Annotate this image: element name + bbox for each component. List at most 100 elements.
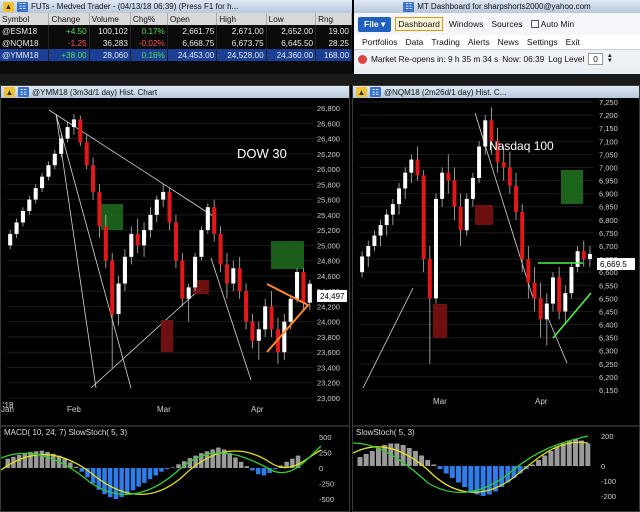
log-level-stepper[interactable]: 0 (588, 53, 603, 65)
candle-body (180, 260, 185, 299)
dashboard-title: MT Dashboard for sharpshorts2000@yahoo.c… (417, 2, 591, 11)
last-price-label: 6,669.5 (600, 260, 627, 269)
pin-icon[interactable]: ▲ (4, 87, 15, 97)
histogram-bar (153, 468, 158, 476)
histogram-bar (566, 440, 572, 466)
candle-body (507, 167, 512, 186)
candle-body (440, 172, 445, 199)
col-open[interactable]: Open (167, 13, 218, 25)
candle-body (199, 230, 204, 257)
dow-chart-titlebar[interactable]: ▲ ☷ @YMM18 (3m3d/1 day) Hist. Chart (1, 86, 349, 98)
y-tick-label: 7,000 (599, 163, 618, 172)
candle-body (78, 119, 83, 143)
y-tick-label: 24,800 (317, 257, 340, 266)
col-rng[interactable]: Rng (315, 13, 352, 25)
tab-sources[interactable]: Sources (489, 18, 524, 30)
histogram-bar (125, 468, 130, 495)
chart-menu-icon[interactable]: ☷ (18, 87, 29, 97)
menu-settings[interactable]: Settings (527, 37, 558, 47)
dashboard-titlebar[interactable]: ☷ MT Dashboard for sharpshorts2000@yahoo… (354, 0, 640, 13)
y-tick-label: 26,400 (317, 135, 340, 144)
candle-body (557, 277, 562, 312)
y-tick-label: 26,800 (317, 104, 340, 113)
file-menu-button[interactable]: File ▾ (358, 16, 392, 32)
x-tick-label: Apr (535, 397, 548, 406)
menu-alerts[interactable]: Alerts (468, 37, 490, 47)
candle-body (91, 165, 96, 192)
candle-body (563, 293, 568, 312)
trendline (55, 113, 132, 389)
cell-low: 2,652.00 (266, 25, 317, 37)
col-low[interactable]: Low (266, 13, 317, 25)
auto-min-checkbox[interactable] (530, 20, 539, 28)
menu-news[interactable]: News (498, 37, 519, 47)
candle-body (483, 120, 488, 147)
tab-windows[interactable]: Windows (447, 18, 485, 30)
col-high[interactable]: High (216, 13, 267, 25)
histogram-bar (273, 468, 278, 470)
dashboard-app-icon: ☷ (403, 1, 415, 12)
chart-menu-icon[interactable]: ☷ (370, 87, 381, 97)
demand-zone (101, 204, 123, 230)
table-row[interactable]: @YMM18 +38.00 28,060 0.16% 24,453.00 24,… (0, 49, 352, 61)
auto-min-toggle[interactable]: Auto Min (529, 18, 577, 30)
candle-body (71, 119, 76, 128)
candle-body (52, 153, 57, 166)
table-row[interactable]: @NQM18 -1.25 36,283 -0.02% 6,668.75 6,67… (0, 37, 352, 49)
dashboard-menu: Portfolios Data Trading Alerts News Sett… (354, 35, 640, 50)
pin-icon[interactable]: ▲ (356, 87, 367, 97)
candle-body (269, 306, 274, 330)
cell-change: +38.00 (48, 49, 90, 61)
candle-body (378, 225, 383, 236)
menu-data[interactable]: Data (405, 37, 423, 47)
candle-body (458, 206, 463, 231)
histogram-bar (585, 443, 591, 466)
nq-gridlines (359, 101, 593, 391)
histogram-bar (560, 443, 566, 466)
candle-body (501, 162, 506, 168)
y-tick-label: 6,850 (599, 203, 618, 212)
col-volume[interactable]: Volume (89, 13, 131, 25)
histogram-bar (250, 468, 255, 471)
y-tick-label: 25,600 (317, 196, 340, 205)
grid-icon[interactable]: ☷ (17, 1, 28, 12)
col-chgpct[interactable]: Chg% (130, 13, 168, 25)
menu-exit[interactable]: Exit (566, 37, 580, 47)
candle-body (434, 198, 438, 299)
menu-trading[interactable]: Trading (431, 37, 460, 47)
candle-body (301, 272, 306, 303)
candle-body (544, 303, 549, 320)
tab-dashboard[interactable]: Dashboard (395, 17, 443, 31)
auto-min-label: Auto Min (540, 19, 575, 29)
dow-chart[interactable]: 26,800 26,600 26,400 26,200 26,000 25,800 25,6… (1, 98, 350, 512)
col-symbol[interactable]: Symbol (0, 13, 50, 25)
candle-body (263, 306, 268, 330)
histogram-bar (233, 457, 238, 468)
file-label: File (364, 18, 379, 29)
y-tick-label: 23,200 (317, 379, 340, 388)
candle-body (46, 165, 51, 177)
demand-zone (271, 241, 304, 269)
indicator-tick-label: 0 (319, 464, 323, 473)
y-tick-label: 23,400 (317, 363, 340, 372)
market-status-icon (358, 54, 367, 64)
table-row[interactable]: @ESM18 +4.50 100,102 0.17% 2,661.75 2,67… (0, 25, 352, 37)
x-tick-label: Feb (67, 405, 81, 414)
candle-body (514, 185, 518, 212)
histogram-bar (142, 468, 147, 483)
y-tick-label: 25,400 (317, 211, 340, 220)
nq-chart-titlebar[interactable]: ▲ ☷ @NQM18 (2m26d/1 day) Hist. C... (353, 86, 639, 98)
candle-body (33, 188, 38, 200)
col-change[interactable]: Change (48, 13, 90, 25)
y-tick-label: 6,700 (599, 242, 618, 251)
cell-high: 6,673.75 (216, 37, 267, 49)
quotes-titlebar[interactable]: ▲ ☷ FUTs - Medved Trader - (04/13/18 06:… (0, 0, 352, 13)
nq-chart[interactable]: 7,250 7,200 7,150 7,100 7,050 7,000 6,950 6,900… (353, 98, 640, 512)
y-tick-label: 6,950 (599, 177, 618, 186)
stepper-arrows-icon[interactable]: ▲ ▼ (607, 53, 613, 64)
menu-portfolios[interactable]: Portfolios (362, 37, 397, 47)
candle-body (538, 298, 543, 320)
y-tick-label: 6,400 (599, 321, 618, 330)
pin-icon[interactable]: ▲ (3, 1, 14, 12)
y-tick-label: 7,050 (599, 150, 618, 159)
